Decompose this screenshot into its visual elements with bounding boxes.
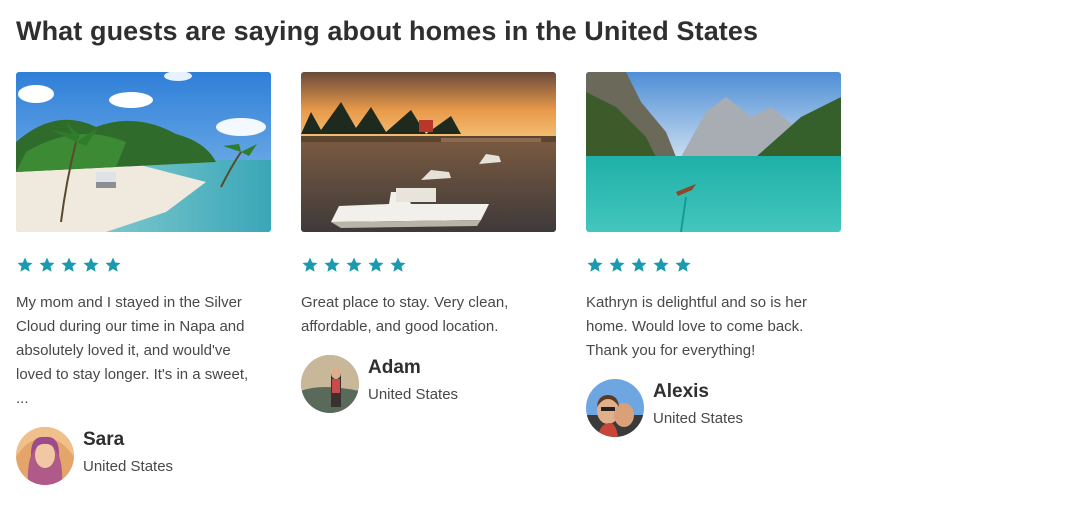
- avatar[interactable]: [586, 379, 644, 437]
- review-text: Kathryn is delightful and so is her home…: [586, 294, 807, 359]
- rating-stars: [301, 256, 556, 274]
- rating-stars: [586, 256, 841, 274]
- review-card: Kathryn is delightful and so is her home…: [586, 72, 841, 437]
- star-icon: [675, 257, 691, 272]
- star-icon: [346, 257, 362, 272]
- review-text: My mom and I stayed in the Silver Cloud …: [16, 294, 249, 407]
- mountain-lake-boat-image[interactable]: [586, 72, 841, 232]
- author-name: Sara: [83, 429, 125, 450]
- review-author: Sara United States: [16, 427, 271, 485]
- star-icon: [83, 257, 99, 272]
- star-icon: [105, 257, 121, 272]
- star-icon: [587, 257, 603, 272]
- author-country: United States: [653, 410, 744, 427]
- reviews-section: What guests are saying about homes in th…: [0, 0, 1069, 516]
- author-name: Adam: [368, 357, 421, 378]
- star-icon: [390, 257, 406, 272]
- review-card: My mom and I stayed in the Silver Cloud …: [16, 72, 271, 485]
- section-title: What guests are saying about homes in th…: [16, 16, 759, 46]
- star-icon: [302, 257, 318, 272]
- review-author: Alexis United States: [586, 379, 841, 437]
- tropical-beach-image[interactable]: [16, 72, 271, 232]
- star-icon: [324, 257, 340, 272]
- star-icon: [17, 257, 33, 272]
- avatar[interactable]: [16, 427, 74, 485]
- star-icon: [61, 257, 77, 272]
- review-card: Great place to stay. Very clean, afforda…: [301, 72, 556, 413]
- rating-stars: [16, 256, 271, 274]
- star-icon: [631, 257, 647, 272]
- star-icon: [653, 257, 669, 272]
- avatar[interactable]: [301, 355, 359, 413]
- review-author: Adam United States: [301, 355, 556, 413]
- review-text: Great place to stay. Very clean, afforda…: [301, 294, 509, 335]
- author-country: United States: [368, 386, 459, 403]
- author-country: United States: [83, 458, 174, 475]
- star-icon: [39, 257, 55, 272]
- author-name: Alexis: [653, 381, 709, 402]
- star-icon: [368, 257, 384, 272]
- star-icon: [609, 257, 625, 272]
- lake-sunset-boats-image[interactable]: [301, 72, 556, 232]
